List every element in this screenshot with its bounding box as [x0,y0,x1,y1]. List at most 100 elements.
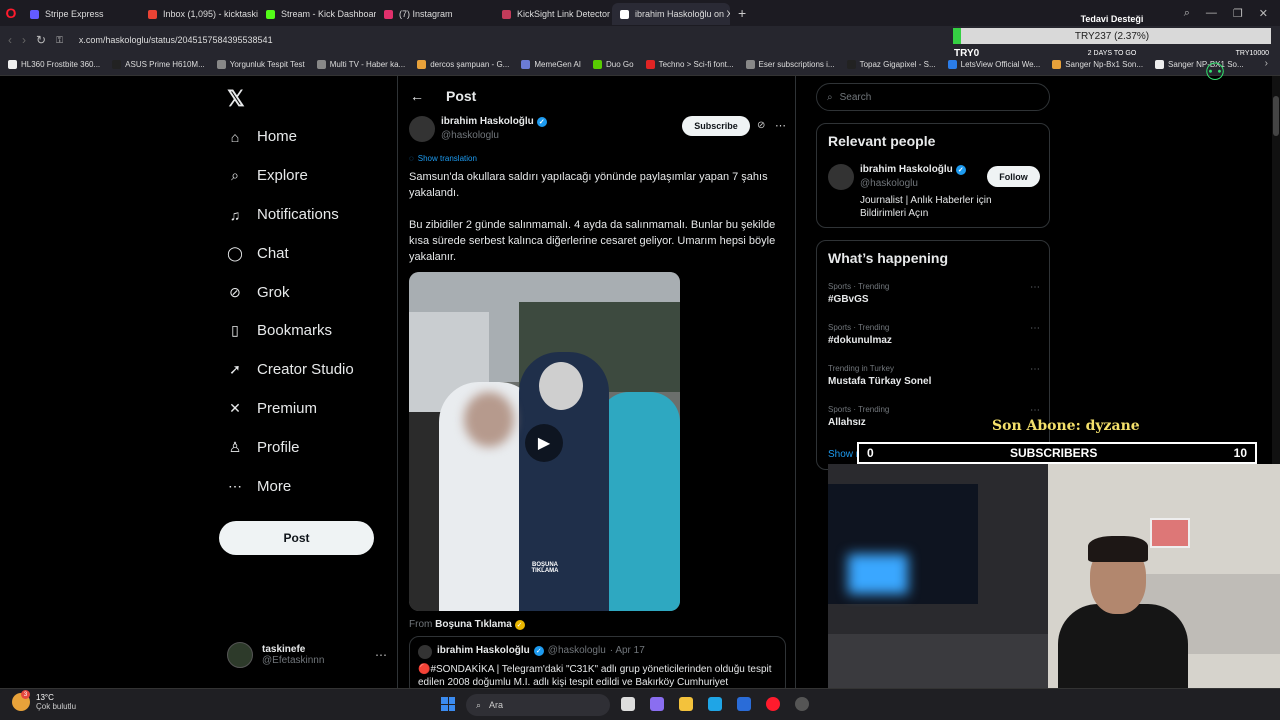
sidebar-item-chat[interactable]: ◯ Chat [227,245,289,262]
browser-tab[interactable]: (7) Instagram [376,3,494,25]
bookmark-icon [8,60,17,69]
bookmark-item[interactable]: MemeGen AI [521,60,581,69]
quote-text: 🔴#SONDAKİKA | Telegram'daki "C31K" adlı … [418,664,772,688]
weather-widget[interactable]: 3 13°C Çok bulutlu [12,690,76,711]
x-logo-icon[interactable]: 𝕏 [227,86,245,112]
translate-label: Show translation [417,154,477,163]
bookmark-item[interactable]: Techno > Sci-fi font... [645,60,734,69]
sidebar-item-notifications[interactable]: ♫ Notifications [227,206,339,223]
task-view-icon[interactable] [621,697,635,711]
bookmark-icon [112,60,122,69]
opera-logo-icon[interactable]: O [0,0,22,26]
tab-label: KickSight Link Detector [517,9,611,19]
bookmark-icon [1155,60,1165,69]
bookmark-item[interactable]: dercos şampuan - G... [417,60,509,69]
follow-button[interactable]: Follow [987,166,1040,187]
taskbar-search[interactable]: ⌕ Ara [466,694,610,716]
account-switcher[interactable]: taskinefe @Efetaskinnn ⋯ [227,642,387,668]
bookmark-item[interactable]: Multi TV - Haber ka... [316,60,405,69]
whats-happening-card: What’s happening Sports · Trending #GBvGS… [816,240,1050,470]
sidebar-item-profile[interactable]: ♙ Profile [227,439,300,456]
trend-name: Mustafa Türkay Sonel [828,376,932,387]
back-arrow-icon[interactable]: ← [410,88,424,104]
person-avatar[interactable] [828,164,854,190]
blurred-face [464,392,514,447]
person-bio: Journalist | Anlık Haberler için Bildiri… [860,195,992,219]
start-icon[interactable] [441,697,455,711]
last-subscriber: Son Abone: dyzane [992,418,1140,434]
translate-icon: ◌ [409,154,414,163]
grok-icon[interactable]: ⊘ [757,120,765,131]
url-field[interactable]: x.com/haskologlu/status/2045157584395538… [79,35,273,45]
webcam-scene [828,634,1048,690]
more-icon: ⋯ [228,478,242,494]
bookmark-icon [316,60,326,69]
browser-tab[interactable]: Stream - Kick Dashboard [258,3,376,25]
sidebar-item-grok[interactable]: ⊘ Grok [227,284,289,301]
trend-more-icon[interactable]: ⋯ [1030,282,1040,293]
browser-tab[interactable]: ibrahim Haskoloğlu on X:✕ [612,3,730,25]
browser-tab[interactable]: KickSight Link Detector [494,3,612,25]
bookmark-item[interactable]: Sanger Np-Bx1 Son... [1052,60,1143,69]
store-icon[interactable] [737,697,751,711]
show-translation-link[interactable]: ◌ Show translation [409,154,477,163]
gold-badge-icon: ✓ [514,620,525,630]
forward-nav-icon[interactable]: › [22,33,26,47]
account-more-icon[interactable]: ⋯ [375,648,387,662]
verified-badge-icon: ✓ [955,164,966,175]
site-info-icon[interactable]: ⚿ [56,35,63,46]
person-name[interactable]: ibrahim Haskoloğlu ✓ [860,164,966,175]
reload-icon[interactable]: ↻ [36,33,46,47]
sidebar-item-explore[interactable]: ⌕ Explore [227,167,308,184]
trend-more-icon[interactable]: ⋯ [1030,323,1040,334]
play-icon[interactable]: ▶ [525,424,563,462]
sidebar-item-more[interactable]: ⋯ More [227,478,291,495]
bookmark-item[interactable]: ASUS Prime H610M... [112,60,205,69]
bookmark-item[interactable]: Topaz Gigapixel - S... [846,60,936,69]
tweet-video[interactable]: ▶ BOŞUNA TIKLAMA [409,272,680,611]
video-scene [599,392,680,611]
author-name[interactable]: ibrahim Haskoloğlu ✓ [441,116,547,127]
bookmark-label: ASUS Prime H610M... [125,60,205,69]
trend-item[interactable]: Trending in Turkey Mustafa Türkay Sonel ⋯ [828,364,1040,387]
back-nav-icon[interactable]: ‹ [8,33,12,47]
new-tab-icon[interactable]: + [730,5,754,21]
file-explorer-icon[interactable] [679,697,693,711]
bookmark-item[interactable]: HL360 Frostbite 360... [8,60,100,69]
opera-taskbar-icon[interactable] [766,697,780,711]
bookmark-item[interactable]: Eser subscriptions i... [745,60,835,69]
trend-item[interactable]: Sports · Trending #GBvGS ⋯ [828,282,1040,305]
post-button[interactable]: Post [219,521,374,555]
browser-tab[interactable]: Stripe Express [22,3,140,25]
sidebar-item-bookmarks[interactable]: ▯ Bookmarks [227,322,332,339]
copilot-icon[interactable] [650,697,664,711]
edge-icon[interactable] [708,697,722,711]
scrollbar-thumb[interactable] [1273,96,1279,136]
sidebar-item-premium[interactable]: ✕ Premium [227,400,317,417]
author-avatar[interactable] [409,116,435,142]
tab-favicon-icon [266,9,275,19]
bookmark-item[interactable]: Yorgunluk Tespit Test [216,60,305,69]
trend-category: Sports · Trending [828,405,890,414]
browser-tab[interactable]: Inbox (1,095) - kicktaskin... [140,3,258,25]
sidebar-item-label: Notifications [257,206,339,223]
bookmarks-icon: ▯ [231,322,239,338]
trend-item[interactable]: Sports · Trending #dokunulmaz ⋯ [828,323,1040,346]
author-handle[interactable]: @haskologlu [441,130,499,141]
from-source-link[interactable]: Boşuna Tıklama [435,619,512,630]
bookmark-item[interactable]: Duo Go [593,60,634,69]
sidebar-item-creator-studio[interactable]: ➚ Creator Studio [227,361,354,378]
trend-more-icon[interactable]: ⋯ [1030,405,1040,416]
search-input[interactable]: ⌕ Search [816,83,1050,111]
quoted-post[interactable]: ibrahim Haskoloğlu ✓ @haskologlu · Apr 1… [409,636,786,688]
post-more-icon[interactable]: ⋯ [775,119,786,132]
bookmark-item[interactable]: LetsView Official We... [947,60,1040,69]
app-taskbar-icon[interactable] [795,697,809,711]
notifications-icon: ♫ [229,206,241,223]
goal-bar: TRY237 (2.37%) [953,28,1271,44]
sidebar-item-label: More [257,478,292,495]
subscribe-button[interactable]: Subscribe [682,116,750,136]
trend-more-icon[interactable]: ⋯ [1030,364,1040,375]
sidebar-item-label: Chat [257,245,289,262]
sidebar-item-home[interactable]: ⌂ Home [227,128,297,145]
